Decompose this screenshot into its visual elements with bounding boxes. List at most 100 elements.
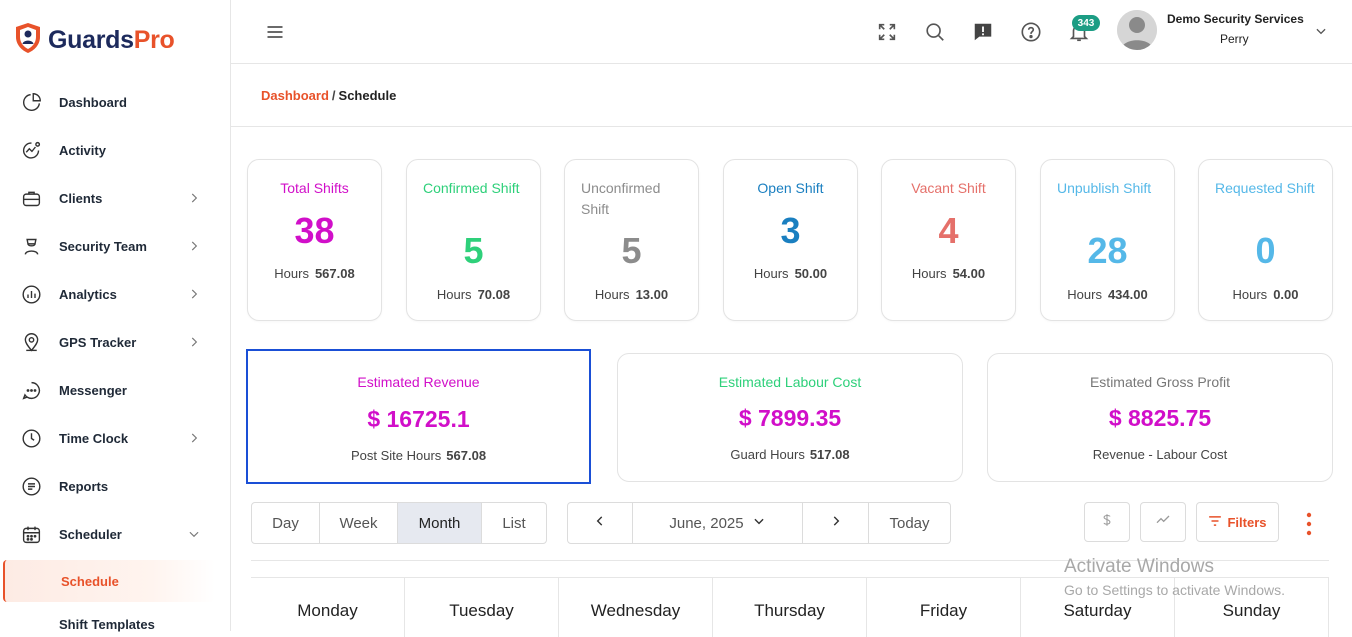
stat-card-requested-shift[interactable]: Requested Shift 0 Hours 0.00 (1198, 159, 1333, 321)
stat-hours: Hours 434.00 (1041, 287, 1174, 302)
estimate-subtext: Guard Hours 517.08 (618, 447, 962, 462)
more-options-icon[interactable] (1302, 512, 1316, 541)
help-icon[interactable] (1019, 20, 1043, 44)
toggle-trend-button[interactable] (1140, 502, 1186, 542)
filter-icon (1208, 515, 1222, 530)
weekday-wednesday: Wednesday (558, 578, 712, 637)
search-icon[interactable] (923, 20, 947, 44)
stat-card-unconfirmed-shift[interactable]: Unconfirmed Shift 5 Hours 13.00 (564, 159, 699, 321)
dollar-icon (1100, 512, 1114, 533)
stat-title: Total Shifts (280, 180, 349, 196)
view-tab-day[interactable]: Day (252, 503, 320, 543)
stat-value: 4 (938, 210, 959, 251)
stat-title: Unconfirmed Shift (581, 180, 661, 217)
estimate-card-revenue[interactable]: Estimated Revenue $ 16725.1 Post Site Ho… (246, 349, 591, 484)
stat-hours: Hours 50.00 (724, 266, 857, 281)
estimate-title: Estimated Labour Cost (718, 374, 862, 390)
sidebar-subitem-schedule[interactable]: Schedule (3, 560, 215, 602)
stat-title: Requested Shift (1215, 180, 1315, 196)
chevron-down-icon (752, 514, 766, 532)
sidebar-item-label: Analytics (59, 286, 117, 302)
trend-line-icon (1153, 512, 1173, 533)
chevron-down-icon[interactable] (1314, 24, 1328, 43)
prev-period-button[interactable] (568, 503, 633, 543)
stat-hours-value: 50.00 (794, 266, 828, 281)
briefcase-icon (20, 187, 42, 209)
sidebar-item-activity[interactable]: Activity (0, 126, 231, 174)
weekday-tuesday: Tuesday (404, 578, 558, 637)
estimate-sub-label: Guard Hours (730, 447, 805, 462)
filters-label: Filters (1227, 514, 1267, 530)
period-picker[interactable]: June, 2025 (633, 503, 803, 543)
sidebar-item-label: Time Clock (59, 430, 129, 446)
estimate-value: $ 16725.1 (367, 406, 470, 432)
stat-card-vacant-shift[interactable]: Vacant Shift 4 Hours 54.00 (881, 159, 1016, 321)
sidebar-item-dashboard[interactable]: Dashboard (0, 78, 231, 126)
sidebar-item-time-clock[interactable]: Time Clock (0, 414, 231, 462)
estimate-subtext: Revenue - Labour Cost (1092, 447, 1228, 462)
toggle-costs-button[interactable] (1084, 502, 1130, 542)
menu-toggle-icon[interactable] (265, 22, 285, 47)
sidebar-nav: Dashboard Activity Clients Security Team… (0, 78, 231, 558)
estimate-subtext: Post Site Hours 567.08 (248, 448, 589, 463)
sidebar-item-label: Dashboard (59, 94, 127, 110)
activation-watermark-title: Activate Windows (1064, 556, 1214, 577)
chevron-right-icon (187, 431, 201, 450)
estimate-card-gross-profit[interactable]: Estimated Gross Profit $ 8825.75 Revenue… (987, 353, 1333, 482)
stat-card-unpublish-shift[interactable]: Unpublish Shift 28 Hours 434.00 (1040, 159, 1175, 321)
sidebar-item-label: GPS Tracker (59, 334, 137, 350)
breadcrumb-home-link[interactable]: Dashboard (261, 88, 329, 103)
stat-hours: Hours 70.08 (407, 287, 540, 302)
stat-hours-label: Hours (274, 266, 309, 281)
stat-card-open-shift[interactable]: Open Shift 3 Hours 50.00 (723, 159, 858, 321)
estimate-sub-value: 517.08 (809, 447, 850, 462)
stat-hours: Hours 13.00 (565, 287, 698, 302)
stat-card-confirmed-shift[interactable]: Confirmed Shift 5 Hours 70.08 (406, 159, 541, 321)
weekday-monday: Monday (297, 601, 358, 620)
stat-hours-value: 0.00 (1273, 287, 1299, 302)
sidebar-item-clients[interactable]: Clients (0, 174, 231, 222)
stat-hours: Hours 54.00 (882, 266, 1015, 281)
sidebar-item-analytics[interactable]: Analytics (0, 270, 231, 318)
chevron-down-icon (187, 527, 201, 546)
today-button[interactable]: Today (869, 503, 950, 543)
stat-value: 28 (1087, 230, 1128, 271)
chat-icon (20, 379, 42, 401)
sidebar-item-label: Messenger (59, 382, 127, 398)
stat-value: 0 (1255, 230, 1276, 271)
estimate-card-labour-cost[interactable]: Estimated Labour Cost $ 7899.35 Guard Ho… (617, 353, 963, 482)
avatar[interactable] (1117, 10, 1157, 50)
sidebar-item-messenger[interactable]: Messenger (0, 366, 231, 414)
stat-value: 5 (621, 230, 642, 271)
sidebar-item-gps-tracker[interactable]: GPS Tracker (0, 318, 231, 366)
sidebar-item-label: Activity (59, 142, 106, 158)
stat-hours-value: 54.00 (952, 266, 986, 281)
view-tab-month[interactable]: Month (398, 503, 482, 543)
estimate-value: $ 8825.75 (1108, 405, 1212, 431)
chevron-right-icon (187, 191, 201, 210)
sidebar-item-security-team[interactable]: Security Team (0, 222, 231, 270)
view-tab-list[interactable]: List (482, 503, 546, 543)
view-tab-week[interactable]: Week (320, 503, 398, 543)
period-label: June, 2025 (669, 514, 744, 532)
filters-button[interactable]: Filters (1196, 502, 1279, 542)
estimate-value: $ 7899.35 (738, 405, 842, 431)
sidebar-subitem-shift-templates[interactable]: Shift Templates (59, 617, 155, 632)
fullscreen-icon[interactable] (875, 20, 899, 44)
sidebar-item-label: Scheduler (59, 526, 122, 542)
stat-title: Vacant Shift (911, 180, 986, 196)
brand-logo[interactable]: GuardsPro (14, 22, 175, 58)
pie-chart-icon (20, 91, 42, 113)
next-period-button[interactable] (803, 503, 869, 543)
stat-card-total-shifts[interactable]: Total Shifts 38 Hours 567.08 (247, 159, 382, 321)
date-navigator: June, 2025 Today (567, 502, 951, 544)
sidebar-item-reports[interactable]: Reports (0, 462, 231, 510)
stat-hours-value: 434.00 (1107, 287, 1148, 302)
notification-count-badge: 343 (1072, 15, 1100, 31)
stat-hours-label: Hours (911, 266, 947, 281)
feedback-icon[interactable] (971, 20, 995, 44)
stat-title: Confirmed Shift (423, 180, 520, 196)
brand-name: GuardsPro (48, 25, 175, 54)
sidebar-item-scheduler[interactable]: Scheduler (0, 510, 231, 558)
stat-hours-value: 13.00 (635, 287, 669, 302)
